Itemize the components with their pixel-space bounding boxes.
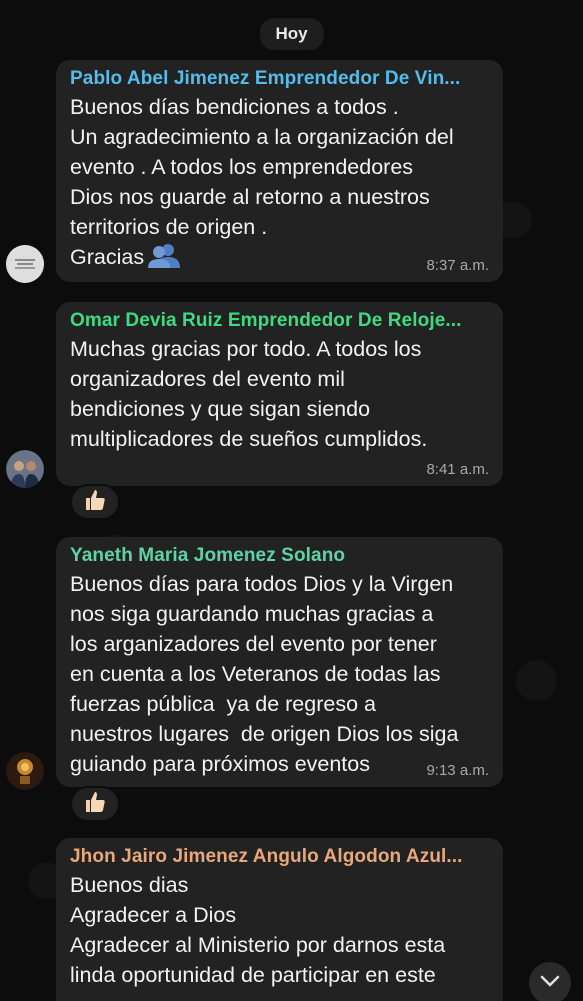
message-line: los arganizadores del evento por tener bbox=[70, 632, 437, 656]
message-time: 9:13 a.m. bbox=[426, 762, 489, 779]
message-line: multiplicadores de sueños cumplidos. bbox=[70, 427, 428, 451]
message-time: 8:41 a.m. bbox=[426, 461, 489, 478]
chat-area[interactable]: Hoy Pablo Abel Jimenez Emprendedor De Vi… bbox=[0, 0, 583, 1001]
thumbs-up-icon bbox=[83, 790, 107, 819]
message-line: en cuenta a los Veteranos de todas las bbox=[70, 662, 441, 686]
avatar[interactable] bbox=[6, 245, 44, 283]
sender-name[interactable]: Jhon Jairo Jimenez Angulo Algodon Azul..… bbox=[70, 846, 489, 868]
sender-name[interactable]: Yaneth Maria Jomenez Solano bbox=[70, 545, 489, 567]
message-line: Agradecer al Ministerio por darnos esta bbox=[70, 933, 446, 957]
sender-name[interactable]: Pablo Abel Jimenez Emprendedor De Vin... bbox=[70, 68, 489, 90]
message-bubble[interactable]: Yaneth Maria Jomenez Solano Buenos días … bbox=[56, 537, 503, 787]
reaction-badge[interactable] bbox=[70, 786, 120, 822]
message-line: Buenos días bendiciones a todos . bbox=[70, 95, 399, 119]
message-line: fuerzas pública ya de regreso a bbox=[70, 692, 376, 716]
message-bubble[interactable]: Jhon Jairo Jimenez Angulo Algodon Azul..… bbox=[56, 838, 503, 1001]
message-line: Un agradecimiento a la organización del bbox=[70, 125, 454, 149]
message-line: nuestros lugares de origen Dios los siga bbox=[70, 722, 459, 746]
message-line: bendiciones y que sigan siendo bbox=[70, 397, 371, 421]
message-line: Buenos dias bbox=[70, 873, 189, 897]
message-line: Dios nos guarde al retorno a nuestros bbox=[70, 185, 430, 209]
message-bubble[interactable]: Pablo Abel Jimenez Emprendedor De Vin...… bbox=[56, 60, 503, 282]
sender-name[interactable]: Omar Devia Ruiz Emprendedor De Reloje... bbox=[70, 310, 489, 332]
message-line: nos siga guardando muchas gracias a bbox=[70, 602, 434, 626]
avatar[interactable] bbox=[6, 752, 44, 790]
avatar[interactable] bbox=[6, 450, 44, 488]
message-line: Muchas gracias por todo. A todos los bbox=[70, 337, 422, 361]
message-line: Buenos días para todos Dios y la Virgen bbox=[70, 572, 454, 596]
message-line: linda oportunidad de participar en este bbox=[70, 963, 436, 987]
message-line: organizadores del evento mil bbox=[70, 367, 345, 391]
message-bubble[interactable]: Omar Devia Ruiz Emprendedor De Reloje...… bbox=[56, 302, 503, 486]
message-line: Gracias bbox=[70, 245, 145, 269]
reaction-badge[interactable] bbox=[70, 484, 120, 520]
message-time: 8:37 a.m. bbox=[426, 257, 489, 274]
message-line: evento . A todos los emprendedores bbox=[70, 155, 414, 179]
message-line: territorios de origen . bbox=[70, 215, 268, 239]
scroll-down-button[interactable] bbox=[529, 962, 571, 1001]
message-line: Agradecer a Dios bbox=[70, 903, 237, 927]
thumbs-up-icon bbox=[83, 488, 107, 517]
chevron-down-icon bbox=[540, 974, 560, 993]
people-emoji-icon bbox=[148, 242, 181, 276]
date-separator: Hoy bbox=[259, 18, 324, 50]
